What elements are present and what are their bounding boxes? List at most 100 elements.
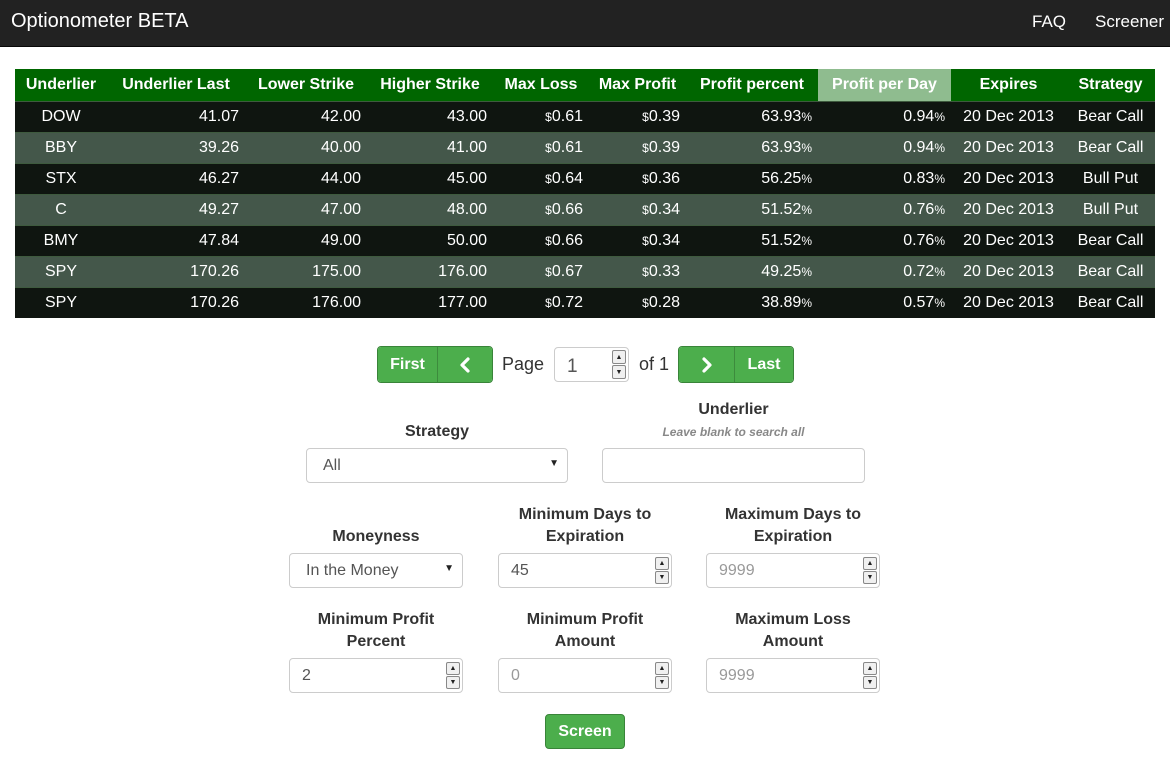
cell-value: 0.72 <box>551 293 583 311</box>
percent-symbol: % <box>801 233 812 248</box>
min-profit-percent-value: 2 <box>302 667 311 684</box>
table-row[interactable]: SPY 170.26 176.00 177.00 $0.72 $0.28 38.… <box>15 286 1155 318</box>
min-profit-percent-input[interactable]: 2 ▲ ▼ <box>289 658 463 693</box>
strategy-select[interactable]: All ▼ <box>306 448 568 483</box>
percent-symbol: % <box>934 233 945 248</box>
cell-underlier-last: 49.27 <box>107 193 245 225</box>
max-days-input[interactable]: 9999 ▲ ▼ <box>706 553 880 588</box>
cell-higher-strike: 41.00 <box>367 131 493 163</box>
cell-underlier: SPY <box>15 255 107 287</box>
chevron-left-icon <box>460 356 470 373</box>
table-row[interactable]: DOW 41.07 42.00 43.00 $0.61 $0.39 63.93%… <box>15 100 1155 132</box>
brand-title[interactable]: Optionometer BETA <box>11 10 188 33</box>
min-days-input[interactable]: 45 ▲ ▼ <box>498 553 672 588</box>
cell-max-profit: $0.28 <box>589 286 686 318</box>
percent-symbol: % <box>934 171 945 186</box>
cell-value: 0.57 <box>903 293 935 311</box>
col-header[interactable]: Profit percent <box>686 69 818 101</box>
screen-button[interactable]: Screen <box>545 714 625 749</box>
min-days-spinner[interactable]: ▲ ▼ <box>655 557 669 584</box>
spin-down-icon[interactable]: ▼ <box>863 571 877 584</box>
next-page-button[interactable] <box>679 347 734 382</box>
cell-value: 0.66 <box>551 200 583 218</box>
moneyness-select[interactable]: In the Money ▼ <box>289 553 463 588</box>
col-header[interactable]: Underlier <box>15 69 107 101</box>
spin-down-icon[interactable]: ▼ <box>612 365 626 379</box>
min-profit-percent-label-line1: Minimum Profit <box>317 611 435 628</box>
caret-down-icon: ▼ <box>444 563 454 574</box>
cell-profit-per-day: 0.83% <box>818 162 951 194</box>
spin-up-icon[interactable]: ▲ <box>612 350 626 364</box>
cell-expires: 20 Dec 2013 <box>951 255 1066 287</box>
cell-profit-per-day: 0.72% <box>818 255 951 287</box>
table-row[interactable]: BBY 39.26 40.00 41.00 $0.61 $0.39 63.93%… <box>15 131 1155 163</box>
max-loss-amount-input[interactable]: 9999 ▲ ▼ <box>706 658 880 693</box>
cell-profit-percent: 63.93% <box>686 100 818 132</box>
table-row[interactable]: BMY 47.84 49.00 50.00 $0.66 $0.34 51.52%… <box>15 224 1155 256</box>
col-header[interactable]: Expires <box>951 69 1066 101</box>
first-page-button[interactable]: First <box>378 347 437 382</box>
min-profit-amount-label-line2: Amount <box>554 633 616 650</box>
nav-screener-link[interactable]: Screener <box>1095 12 1164 32</box>
underlier-label: Underlier <box>698 401 769 418</box>
caret-down-icon: ▼ <box>549 458 559 469</box>
min-profit-percent-spinner[interactable]: ▲ ▼ <box>446 662 460 689</box>
cell-value: 0.61 <box>551 138 583 156</box>
page-number-input[interactable]: 1 ▲ ▼ <box>554 347 629 382</box>
col-header[interactable]: Lower Strike <box>245 69 367 101</box>
prev-page-button[interactable] <box>437 347 492 382</box>
last-page-button[interactable]: Last <box>734 347 793 382</box>
cell-max-loss: $0.61 <box>493 131 589 163</box>
spin-up-icon[interactable]: ▲ <box>863 557 877 570</box>
cell-higher-strike: 43.00 <box>367 100 493 132</box>
col-header-sorted[interactable]: Profit per Day <box>818 69 951 101</box>
cell-value: 56.25 <box>761 169 802 187</box>
max-days-placeholder: 9999 <box>719 562 755 579</box>
underlier-input[interactable] <box>602 448 865 483</box>
max-loss-amount-spinner[interactable]: ▲ ▼ <box>863 662 877 689</box>
cell-underlier-last: 170.26 <box>107 286 245 318</box>
cell-lower-strike: 42.00 <box>245 100 367 132</box>
col-header[interactable]: Max Profit <box>589 69 686 101</box>
cell-strategy: Bear Call <box>1066 100 1155 132</box>
max-loss-amount-placeholder: 9999 <box>719 667 755 684</box>
cell-max-loss: $0.66 <box>493 224 589 256</box>
cell-lower-strike: 40.00 <box>245 131 367 163</box>
cell-profit-percent: 63.93% <box>686 131 818 163</box>
spin-down-icon[interactable]: ▼ <box>446 676 460 689</box>
nav-faq-link[interactable]: FAQ <box>1032 12 1066 32</box>
min-days-label-line1: Minimum Days to <box>518 506 652 523</box>
spin-up-icon[interactable]: ▲ <box>655 557 669 570</box>
spin-down-icon[interactable]: ▼ <box>655 571 669 584</box>
col-header[interactable]: Strategy <box>1066 69 1155 101</box>
min-profit-amount-input[interactable]: 0 ▲ ▼ <box>498 658 672 693</box>
spin-up-icon[interactable]: ▲ <box>863 662 877 675</box>
percent-symbol: % <box>934 264 945 279</box>
spin-up-icon[interactable]: ▲ <box>446 662 460 675</box>
table-row[interactable]: SPY 170.26 175.00 176.00 $0.67 $0.33 49.… <box>15 255 1155 287</box>
max-days-spinner[interactable]: ▲ ▼ <box>863 557 877 584</box>
cell-higher-strike: 176.00 <box>367 255 493 287</box>
spin-down-icon[interactable]: ▼ <box>655 676 669 689</box>
spin-down-icon[interactable]: ▼ <box>863 676 877 689</box>
cell-expires: 20 Dec 2013 <box>951 131 1066 163</box>
cell-value: 49.25 <box>761 262 802 280</box>
table-row[interactable]: C 49.27 47.00 48.00 $0.66 $0.34 51.52% 0… <box>15 193 1155 225</box>
col-header[interactable]: Higher Strike <box>367 69 493 101</box>
min-profit-amount-spinner[interactable]: ▲ ▼ <box>655 662 669 689</box>
strategy-select-value: All <box>323 457 341 474</box>
cell-underlier: BBY <box>15 131 107 163</box>
cell-underlier-last: 46.27 <box>107 162 245 194</box>
cell-strategy: Bear Call <box>1066 131 1155 163</box>
page-number-spinner[interactable]: ▲ ▼ <box>612 350 626 379</box>
col-header[interactable]: Max Loss <box>493 69 589 101</box>
table-row[interactable]: STX 46.27 44.00 45.00 $0.64 $0.36 56.25%… <box>15 162 1155 194</box>
min-profit-amount-label: Minimum Profit Amount <box>498 609 672 653</box>
spin-up-icon[interactable]: ▲ <box>655 662 669 675</box>
cell-higher-strike: 45.00 <box>367 162 493 194</box>
pagination-left-group: First <box>377 346 493 383</box>
col-header[interactable]: Underlier Last <box>107 69 245 101</box>
cell-underlier: C <box>15 193 107 225</box>
cell-higher-strike: 50.00 <box>367 224 493 256</box>
min-profit-amount-label-line1: Minimum Profit <box>526 611 644 628</box>
